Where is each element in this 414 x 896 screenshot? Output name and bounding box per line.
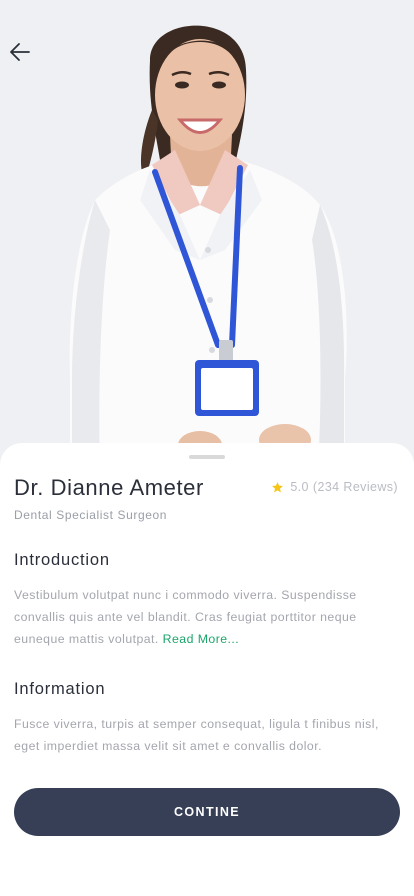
read-more-link[interactable]: Read More... — [163, 632, 239, 646]
rating-value: 5.0 — [290, 480, 309, 494]
doctor-specialty: Dental Specialist Surgeon — [14, 508, 168, 522]
doctor-name: Dr. Dianne Ameter — [14, 475, 204, 500]
drag-handle[interactable] — [189, 455, 225, 459]
doctor-details-sheet: Dr. Dianne Ameter 5.0 (234 Reviews) Dent… — [0, 443, 414, 896]
back-button[interactable] — [8, 40, 40, 72]
arrow-left-icon — [10, 43, 30, 61]
introduction-text: Vestibulum volutpat nunc i commodo viver… — [14, 584, 404, 650]
doctor-portrait-illustration — [0, 0, 414, 470]
continue-button[interactable]: CONTINE — [14, 788, 400, 836]
information-heading: Information — [14, 680, 106, 698]
rating-summary: 5.0 (234 Reviews) — [271, 480, 398, 494]
information-text: Fusce viverra, turpis at semper consequa… — [14, 717, 379, 753]
introduction-heading: Introduction — [14, 551, 110, 569]
star-icon — [271, 481, 284, 494]
doctor-photo — [0, 0, 414, 470]
review-count: (234 Reviews) — [312, 480, 398, 494]
